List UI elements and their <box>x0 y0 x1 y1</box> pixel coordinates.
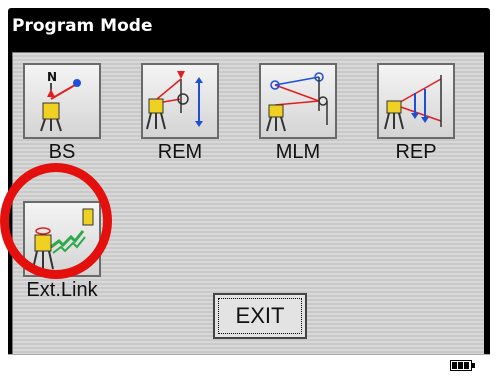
exit-button[interactable]: EXIT <box>213 293 307 339</box>
rem-program-button[interactable] <box>141 63 219 139</box>
external-link-icon <box>32 208 94 270</box>
svg-text:N: N <box>47 70 57 84</box>
scrollbar[interactable] <box>484 52 490 354</box>
title-bar: Program Mode <box>8 8 490 44</box>
ext-link-label: Ext.Link <box>26 279 98 301</box>
device-screen: Program Mode N BS REM MLM REP Ext.Link E… <box>8 8 490 377</box>
bs-label: BS <box>48 141 76 163</box>
status-bar <box>8 354 490 377</box>
rep-program-button[interactable] <box>377 63 455 139</box>
bs-program-button[interactable]: N <box>23 63 101 139</box>
battery-full-icon <box>450 360 475 371</box>
rep-label: REP <box>395 141 437 163</box>
mlm-label: MLM <box>275 141 321 163</box>
rem-label: REM <box>157 141 203 163</box>
repetition-icon <box>384 75 442 130</box>
remote-elevation-icon <box>146 71 203 130</box>
mlm-program-button[interactable] <box>259 63 337 139</box>
program-menu: N BS REM MLM REP Ext.Link EXIT <box>12 52 488 356</box>
backsight-icon: N <box>40 70 81 132</box>
ext-link-program-button[interactable] <box>23 201 101 277</box>
window-title: Program Mode <box>12 16 153 36</box>
missing-line-icon <box>266 72 328 132</box>
